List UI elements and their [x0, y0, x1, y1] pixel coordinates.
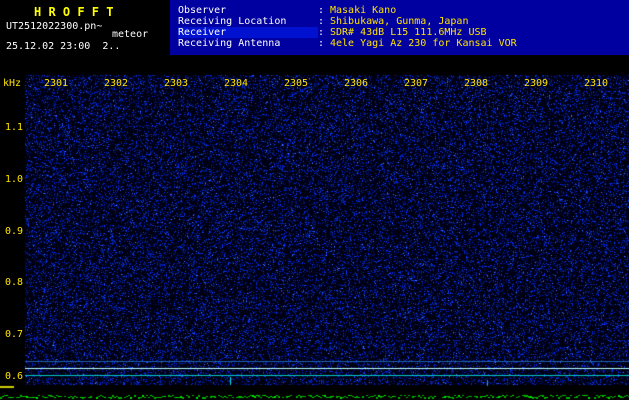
header-row-observer: Observer : Masaki Kano — [178, 5, 629, 16]
header-value: SDR# 43dB L15 111.6MHz USB — [330, 27, 487, 38]
filename-text: UT2512022300.pn — [6, 21, 97, 32]
freq-tick-label: 0.7 — [5, 329, 24, 340]
time-tick-label: 2308 — [463, 78, 489, 89]
datetime-label: 25.12.02 23:00 2.. — [6, 41, 121, 52]
header-colon: : — [318, 27, 325, 38]
hrofft-window: H R O F F T UT2512022300.pn~ meteor 25.1… — [0, 0, 629, 400]
time-tick-label: 2302 — [103, 78, 129, 89]
station-label: meteor — [112, 29, 149, 40]
header-colon: : — [318, 16, 325, 27]
freq-unit-label: kHz — [3, 78, 22, 89]
header-label: Observer — [178, 5, 227, 16]
time-tick-label: 2310 — [583, 78, 609, 89]
header-label: Receiver — [178, 27, 318, 38]
header-colon: : — [318, 38, 325, 49]
spectrogram-canvas — [0, 0, 629, 400]
header-colon: : — [318, 5, 325, 16]
time-tick-label: 2307 — [403, 78, 429, 89]
freq-tick-label: 0.8 — [5, 277, 24, 288]
output-filename: UT2512022300.pn~ — [6, 21, 102, 32]
header-label: Receiving Antenna — [178, 38, 281, 49]
time-tick-label: 2303 — [163, 78, 189, 89]
freq-tick-label: 0.6 — [5, 371, 24, 382]
header-value: Shibukawa, Gunma, Japan — [330, 16, 469, 27]
freq-tick-label: 1.0 — [5, 174, 24, 185]
header-label: Receiving Location — [178, 16, 287, 27]
time-tick-label: 2304 — [223, 78, 249, 89]
header-value: 4ele Yagi Az 230 for Kansai VOR — [330, 38, 517, 49]
time-tick-label: 2305 — [283, 78, 309, 89]
header-row-location: Receiving Location : Shibukawa, Gunma, J… — [178, 16, 629, 27]
time-tick-label: 2301 — [43, 78, 69, 89]
observation-header: Observer : Masaki Kano Receiving Locatio… — [170, 0, 629, 55]
tilde-mark: ~ — [96, 21, 103, 32]
freq-tick-label: 1.1 — [5, 122, 24, 133]
time-tick-label: 2306 — [343, 78, 369, 89]
header-row-receiver: Receiver : SDR# 43dB L15 111.6MHz USB — [178, 27, 629, 38]
app-title: H R O F F T — [34, 5, 114, 19]
time-tick-label: 2309 — [523, 78, 549, 89]
header-row-antenna: Receiving Antenna : 4ele Yagi Az 230 for… — [178, 38, 629, 49]
freq-tick-label: 0.9 — [5, 226, 24, 237]
header-value: Masaki Kano — [330, 5, 397, 16]
